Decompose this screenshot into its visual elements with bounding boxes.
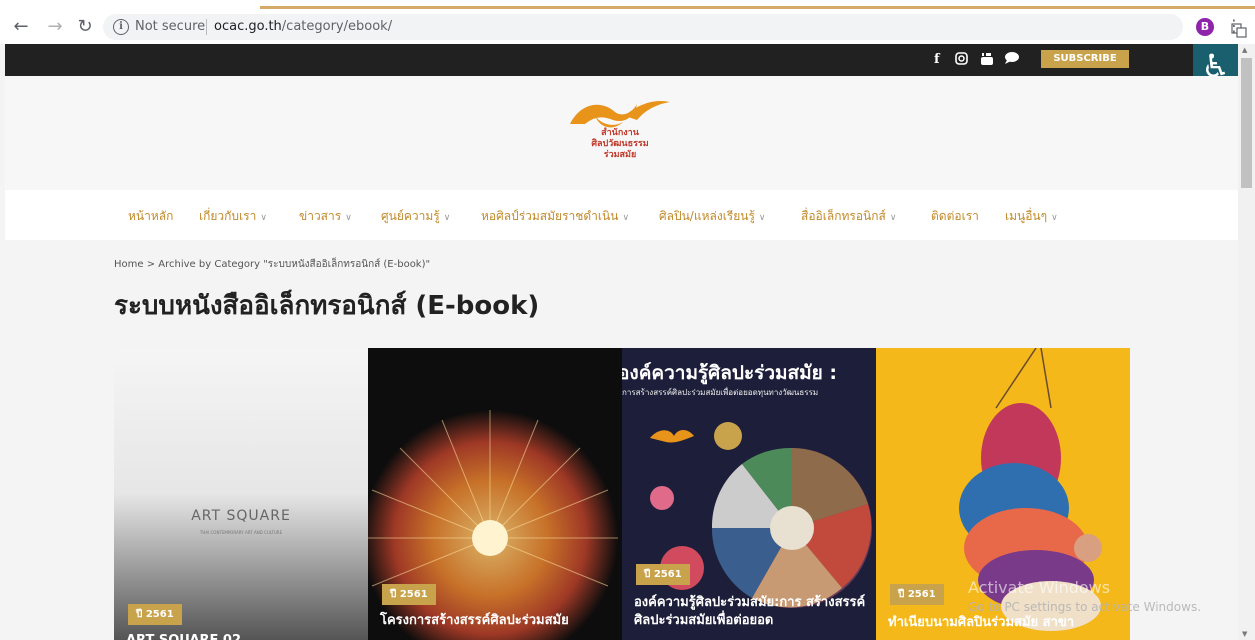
forward-arrow-icon[interactable]: → bbox=[44, 16, 66, 38]
windows-activation-watermark-text: Go to PC settings to activate Windows. bbox=[968, 600, 1202, 614]
year-badge[interactable]: ปี 2561 bbox=[890, 584, 944, 605]
logo-line-1: สำนักงาน bbox=[601, 128, 639, 138]
windows-activation-watermark-title: Activate Windows bbox=[968, 578, 1111, 597]
breadcrumb: Home > Archive by Category "ระบบหนังสืออ… bbox=[114, 257, 430, 272]
window-top-strip bbox=[0, 0, 1255, 10]
nav-item-home[interactable]: หน้าหลัก bbox=[128, 207, 173, 226]
nav-item-label: เกี่ยวกับเรา bbox=[199, 209, 257, 223]
card-title[interactable]: ART SQUARE 02 bbox=[126, 632, 361, 640]
ebook-card-2[interactable]: ปี 2561 โครงการสร้างสรรค์ศิลปะร่วมสมัย bbox=[368, 348, 622, 640]
profile-avatar[interactable]: B bbox=[1196, 18, 1214, 36]
site-logo-text: สำนักงาน ศิลปวัฒนธรรม ร่วมสมัย bbox=[580, 128, 660, 161]
chevron-down-icon: ∨ bbox=[345, 213, 352, 223]
nav-item-label: หน้าหลัก bbox=[128, 209, 174, 223]
scrollbar-thumb[interactable] bbox=[1241, 58, 1252, 188]
breadcrumb-separator: > bbox=[146, 259, 156, 270]
reload-icon[interactable]: ↻ bbox=[74, 16, 96, 38]
browser-toolbar: ← → ↻ i Not secure ocac.go.th/category/e… bbox=[0, 10, 1255, 44]
subscribe-button[interactable]: SUBSCRIBE bbox=[1041, 50, 1129, 68]
security-label: Not secure bbox=[135, 19, 206, 34]
year-badge[interactable]: ปี 2561 bbox=[382, 584, 436, 605]
nav-item-label: สื่ออิเล็กทรอนิกส์ bbox=[801, 209, 886, 223]
chevron-down-icon: ∨ bbox=[622, 213, 630, 223]
url-path: /category/ebook/ bbox=[281, 19, 393, 34]
card-title[interactable]: โครงการสร้างสรรค์ศิลปะร่วมสมัย bbox=[380, 612, 615, 630]
nav-item-label: หอศิลป์ร่วมสมัยราชดำเนิน bbox=[481, 209, 619, 223]
nav-item-more[interactable]: เมนูอื่นๆ ∨ bbox=[1005, 207, 1058, 226]
facebook-icon[interactable]: f bbox=[934, 52, 940, 67]
chevron-down-icon: ∨ bbox=[260, 213, 267, 223]
page-title: ระบบหนังสืออิเล็กทรอนิกส์ (E-book) bbox=[114, 291, 540, 321]
site-logo-emblem[interactable] bbox=[565, 94, 675, 132]
page-scrollbar[interactable]: ▲ ▼ bbox=[1238, 44, 1255, 640]
browser-menu-icon[interactable]: ⋮ bbox=[1226, 16, 1242, 35]
logo-line-3: ร่วมสมัย bbox=[603, 150, 637, 160]
nav-item-knowledge-center[interactable]: ศูนย์ความรู้ ∨ bbox=[381, 207, 450, 226]
nav-item-contact[interactable]: ติดต่อเรา bbox=[931, 207, 979, 226]
address-bar[interactable]: i Not secure ocac.go.th/category/ebook/ … bbox=[103, 14, 1247, 40]
site-header: สำนักงาน ศิลปวัฒนธรรม ร่วมสมัย bbox=[5, 76, 1238, 190]
scroll-down-arrow-icon[interactable]: ▼ bbox=[1242, 630, 1247, 638]
chevron-down-icon: ∨ bbox=[758, 213, 766, 223]
instagram-icon[interactable] bbox=[955, 52, 968, 69]
ebook-card-1[interactable]: ART SQUARE THAI CONTEMPORARY ART AND CUL… bbox=[114, 348, 368, 640]
url-text[interactable]: ocac.go.th/category/ebook/ bbox=[214, 19, 392, 34]
breadcrumb-home-link[interactable]: Home bbox=[114, 259, 144, 270]
chevron-down-icon: ∨ bbox=[889, 213, 897, 223]
main-navigation: หน้าหลัก เกี่ยวกับเรา ∨ ข่าวสาร ∨ ศูนย์ควา… bbox=[5, 190, 1238, 240]
nav-item-news[interactable]: ข่าวสาร ∨ bbox=[299, 207, 352, 226]
back-arrow-icon[interactable]: ← bbox=[10, 16, 32, 38]
nav-item-about[interactable]: เกี่ยวกับเรา ∨ bbox=[199, 207, 267, 226]
youtube-icon[interactable] bbox=[980, 52, 994, 70]
nav-item-label: ศิลปิน/แหล่งเรียนรู้ bbox=[659, 209, 755, 223]
social-topbar: f SUBSCRIBE bbox=[5, 44, 1238, 76]
nav-item-label: ศูนย์ความรู้ bbox=[381, 209, 440, 223]
chevron-down-icon: ∨ bbox=[443, 213, 451, 223]
year-badge[interactable]: ปี 2561 bbox=[636, 564, 690, 585]
nav-item-label: ติดต่อเรา bbox=[931, 209, 979, 223]
scroll-up-arrow-icon[interactable]: ▲ bbox=[1242, 46, 1247, 54]
info-icon[interactable]: i bbox=[113, 19, 129, 35]
nav-item-label: ข่าวสาร bbox=[299, 209, 342, 223]
nav-item-label: เมนูอื่นๆ bbox=[1005, 209, 1048, 223]
logo-line-2: ศิลปวัฒนธรรม bbox=[591, 139, 649, 149]
chevron-down-icon: ∨ bbox=[1051, 213, 1058, 223]
address-separator bbox=[206, 19, 207, 35]
nav-item-electronic-media[interactable]: สื่ออิเล็กทรอนิกส์ ∨ bbox=[801, 207, 896, 226]
chat-icon[interactable] bbox=[1004, 51, 1020, 69]
card-cover-subtitle: THAI CONTEMPORARY ART AND CULTURE bbox=[199, 530, 283, 535]
ebook-card-3[interactable]: องค์ความรู้ศิลปะร่วมสมัย : การสร้างสรรค์… bbox=[622, 348, 876, 640]
year-badge[interactable]: ปี 2561 bbox=[128, 604, 182, 625]
card-cover-title: ART SQUARE bbox=[191, 508, 291, 524]
card-title[interactable]: ทำเนียบนามศิลปินร่วมสมัย สาขา bbox=[888, 614, 1123, 632]
url-host: ocac.go.th bbox=[214, 19, 282, 34]
loading-bar bbox=[260, 6, 1255, 9]
nav-item-artists[interactable]: ศิลปิน/แหล่งเรียนรู้ ∨ bbox=[659, 207, 766, 226]
nav-item-gallery[interactable]: หอศิลป์ร่วมสมัยราชดำเนิน ∨ bbox=[481, 207, 629, 226]
breadcrumb-current: Archive by Category "ระบบหนังสืออิเล็กทร… bbox=[158, 259, 431, 270]
card-title[interactable]: องค์ความรู้ศิลปะร่วมสมัย:การ สร้างสรรค์ศ… bbox=[634, 594, 869, 630]
